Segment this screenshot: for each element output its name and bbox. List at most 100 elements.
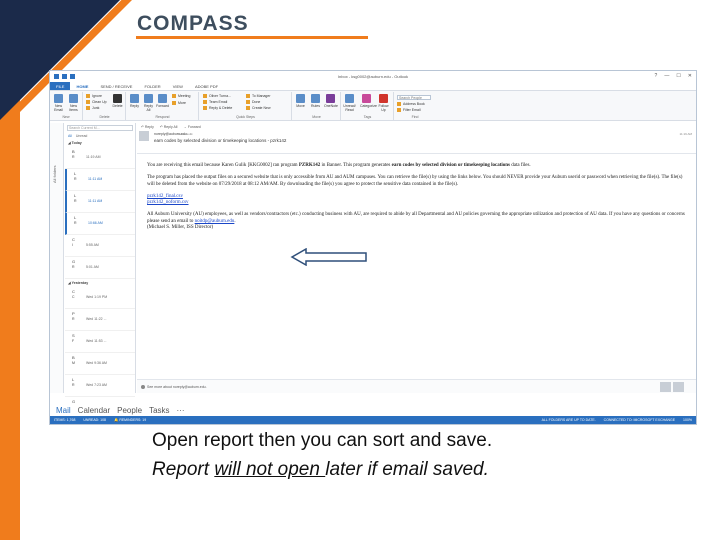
today-messages: B R 11:19 AM L R 11:11 AM L R 11:11 AM L R 10:66 AM…	[65, 147, 135, 279]
message-list-item[interactable]: B R 11:19 AM	[65, 147, 135, 169]
new-items-button[interactable]: New Items	[67, 94, 80, 112]
quick-step-5[interactable]: Done	[246, 100, 260, 104]
close-button[interactable]: ✕	[688, 73, 692, 79]
reply-all-button[interactable]: Reply All	[142, 94, 155, 112]
forward-icon	[158, 94, 167, 103]
message-list-item[interactable]: P R Wed 11:22 ...	[65, 309, 135, 331]
reply-button[interactable]: Reply	[128, 94, 141, 108]
new-email-button[interactable]: New Email	[52, 94, 65, 112]
info-icon	[141, 385, 145, 389]
follow-up-button[interactable]: Follow Up	[377, 94, 390, 112]
message-subject-snippet: R	[74, 199, 77, 203]
ignore-button[interactable]: Ignore	[86, 94, 102, 98]
status-bar: ITEMS: 1,768 UNREAD: 108 🔔 REMINDERS: 19…	[50, 416, 696, 424]
categorize-button[interactable]: Categorize	[360, 94, 377, 108]
message-list-item[interactable]: L R Wed 7:23 AM	[65, 375, 135, 397]
message-sender: B	[72, 355, 75, 360]
message-time: 5:01 AM	[86, 265, 99, 269]
sender-avatar	[139, 131, 149, 141]
search-people-input[interactable]: Search People	[397, 95, 431, 100]
tab-send-receive[interactable]: SEND / RECEIVE	[94, 82, 138, 90]
meeting-button[interactable]: Meeting	[172, 94, 190, 98]
filter-email-button[interactable]: Filter Email	[397, 108, 421, 112]
maximize-button[interactable]: ☐	[676, 73, 680, 79]
quick-step-1[interactable]: Oliver Turna...	[203, 94, 231, 98]
reading-pane: ↶ Reply ↶ Reply All → Forward noreply@au…	[137, 123, 696, 393]
file-link-final[interactable]: pzrk142_final.csv	[147, 194, 183, 199]
title-bar: Inbox - ksg0002@auburn.edu - Outlook ? —…	[50, 71, 696, 82]
envelope-icon	[345, 94, 354, 103]
file-links: pzrk142_final.csv pzrk142_noform.csv	[147, 194, 688, 207]
search-mailbox-input[interactable]: Search Current M...	[67, 125, 133, 131]
message-sender: G	[72, 259, 76, 264]
nav-tasks[interactable]: Tasks	[149, 406, 169, 415]
quick-step-4[interactable]: To Manager	[246, 94, 270, 98]
message-list-item[interactable]: L R 10:66 AM	[65, 213, 135, 235]
message-subject-snippet: R	[72, 383, 75, 387]
message-time: 11:11 AM	[88, 177, 103, 181]
clean-up-button[interactable]: Clean Up	[86, 100, 107, 104]
status-folders: ALL FOLDERS ARE UP TO DATE.	[541, 418, 596, 422]
move-button[interactable]: Move	[294, 94, 307, 108]
help-button[interactable]: ?	[655, 73, 658, 79]
message-sender: C	[72, 289, 75, 294]
quick-step-2[interactable]: Team Email	[203, 100, 227, 104]
delete-button[interactable]: Delete	[111, 94, 124, 108]
unread-read-button[interactable]: Unread/ Read	[343, 94, 356, 112]
message-subject: earn codes by selected division or timek…	[154, 138, 287, 143]
group-header-today[interactable]: ◢ Today	[65, 139, 135, 147]
group-header-yesterday[interactable]: ◢ Yesterday	[65, 279, 135, 287]
message-list-item[interactable]: C C Wed 1:19 PM	[65, 287, 135, 309]
quick-step-6[interactable]: Create New	[246, 106, 270, 110]
forward-button[interactable]: Forward	[156, 94, 169, 108]
filter-all[interactable]: All	[68, 134, 72, 138]
message-list-item[interactable]: C I 5:55 AM	[65, 235, 135, 257]
nav-people[interactable]: People	[117, 406, 142, 415]
message-list-item[interactable]: L R 11:11 AM	[65, 169, 135, 191]
tab-adobe-pdf[interactable]: ADOBE PDF	[189, 82, 224, 90]
reading-toolbar: ↶ Reply ↶ Reply All → Forward	[137, 123, 696, 131]
contact-photo[interactable]	[673, 382, 684, 392]
nav-mail[interactable]: Mail	[56, 406, 71, 415]
quick-step-3[interactable]: Reply & Delete	[203, 106, 232, 110]
nav-more[interactable]: ···	[177, 406, 185, 415]
rules-button[interactable]: Rules	[309, 94, 322, 108]
contact-photo[interactable]	[660, 382, 671, 392]
body-paragraph-3: All Auburn University (AU) employees, as…	[147, 212, 685, 231]
more-respond-button[interactable]: More	[172, 101, 186, 105]
file-link-noform[interactable]: pzrk142_noform.csv	[147, 200, 189, 205]
onenote-button[interactable]: OneNote	[324, 94, 338, 108]
junk-button[interactable]: Junk	[86, 106, 99, 110]
message-list-item[interactable]: L R 11:11 AM	[65, 191, 135, 213]
address-book-button[interactable]: Address Book	[397, 102, 425, 106]
categorize-icon	[362, 94, 371, 103]
recipient-name[interactable]: Karen Gulik	[177, 132, 193, 136]
nav-calendar[interactable]: Calendar	[78, 406, 110, 415]
tab-home[interactable]: HOME	[70, 82, 94, 90]
body-paragraph-2: The program has placed the output files …	[147, 175, 683, 187]
zoom-level[interactable]: 100%	[683, 418, 692, 422]
message-subject-snippet: C	[72, 295, 75, 299]
message-list-item[interactable]: S F Wed 11:53 ...	[65, 331, 135, 353]
tab-file[interactable]: FILE	[50, 82, 71, 90]
filter-unread[interactable]: Unread	[76, 134, 87, 138]
message-list-item[interactable]: G R 5:01 AM	[65, 257, 135, 279]
message-list-item[interactable]: B M Wed 9:36 AM	[65, 353, 135, 375]
minimize-button[interactable]: —	[664, 73, 669, 79]
folder-pane[interactable]: All folders	[50, 123, 64, 393]
group-label-delete: Delete	[99, 115, 110, 119]
status-reminders[interactable]: 🔔 REMINDERS: 19	[114, 418, 146, 422]
reading-reply-all-button[interactable]: ↶ Reply All	[160, 125, 178, 129]
contact-email-link[interactable]: noitdp@auburn.edu	[195, 219, 235, 224]
people-pane-info[interactable]: See more about noreply@auburn.edu.	[141, 385, 207, 389]
message-time: 5:55 AM	[86, 243, 99, 247]
tab-view[interactable]: VIEW	[167, 82, 189, 90]
tab-folder[interactable]: FOLDER	[138, 82, 166, 90]
ribbon-group-quick-steps: Oliver Turna... Team Email Reply & Delet…	[200, 92, 292, 120]
group-label-move: Move	[312, 115, 321, 119]
module-navigation: Mail Calendar People Tasks ···	[50, 405, 696, 416]
caption-emphasis: will not open	[214, 459, 326, 480]
reading-reply-button[interactable]: ↶ Reply	[141, 125, 154, 129]
reading-forward-button[interactable]: → Forward	[183, 125, 200, 129]
message-time: 11:19 AM	[679, 132, 692, 136]
